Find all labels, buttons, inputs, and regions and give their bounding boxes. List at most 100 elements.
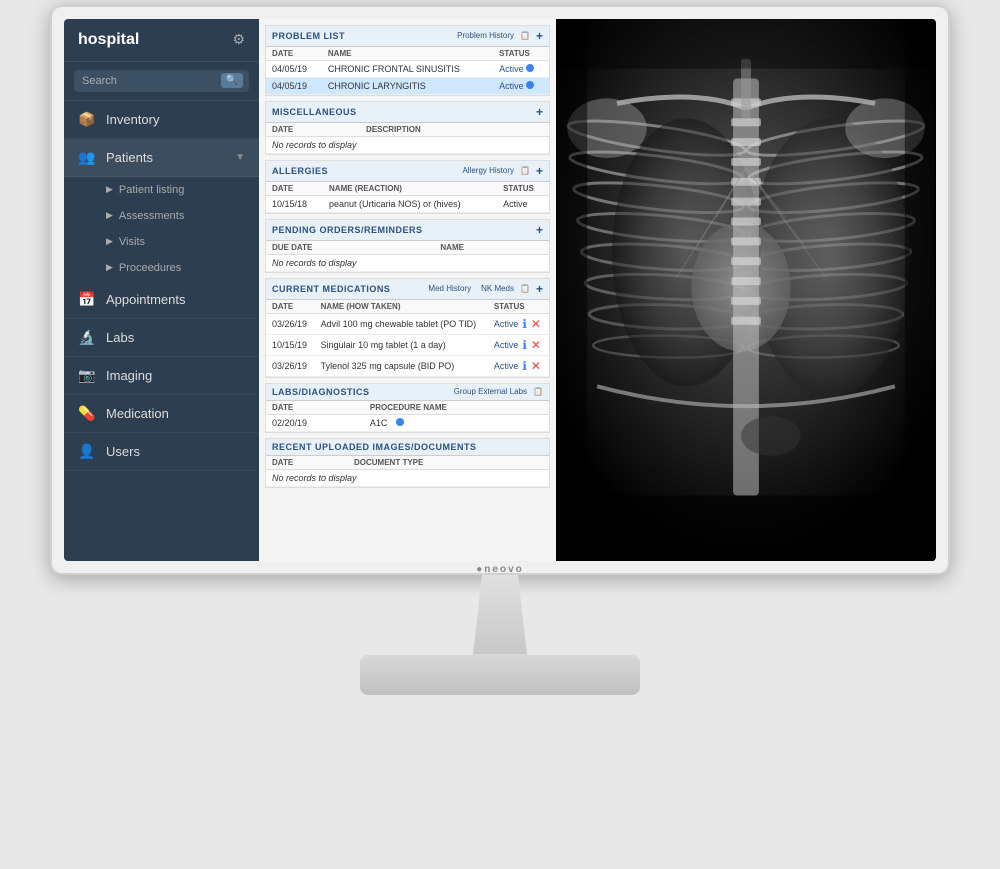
xray-image (556, 19, 936, 561)
allergies-add-button[interactable]: + (536, 164, 543, 178)
recent-uploads-table: DATE DOCUMENT TYPE No records to display (266, 456, 549, 487)
gear-icon[interactable]: ⚙ (232, 31, 245, 48)
col-date: DATE (266, 182, 323, 196)
table-row[interactable]: 03/26/19 Advil 100 mg chewable tablet (P… (266, 313, 549, 334)
sidebar-label-medication: Medication (106, 406, 245, 421)
history-icon: 📋 (520, 166, 530, 175)
col-status: STATUS (488, 300, 549, 314)
search-wrapper: 🔍 (74, 70, 249, 92)
nk-meds-link[interactable]: NK Meds (481, 284, 514, 293)
col-name: NAME (322, 47, 493, 61)
labs-diagnostics-section: Labs/Diagnostics Group External Labs 📋 D… (265, 383, 550, 433)
table-row[interactable]: 04/05/19 CHRONIC LARYNGITIS Active (266, 77, 549, 94)
pending-orders-table: DUE DATE NAME No records to display (266, 241, 549, 272)
sidebar-label-appointments: Appointments (106, 292, 245, 307)
col-date: DATE (266, 456, 348, 470)
sidebar-nav: 📦 Inventory 👥 Patients ▼ ▶ Patient listi… (64, 101, 259, 561)
sidebar-label-inventory: Inventory (106, 112, 245, 127)
sidebar-label-assessments: Assessments (119, 210, 184, 222)
sidebar-item-appointments[interactable]: 📅 Appointments (64, 281, 259, 319)
col-date: DATE (266, 401, 364, 415)
sidebar-item-inventory[interactable]: 📦 Inventory (64, 101, 259, 139)
miscellaneous-table: DATE DESCRIPTION No records to display (266, 123, 549, 154)
table-row[interactable]: 03/26/19 Tylenol 325 mg capsule (BID PO)… (266, 355, 549, 376)
delete-icon[interactable]: ✕ (531, 317, 541, 331)
search-button[interactable]: 🔍 (221, 73, 243, 88)
med-status-1: Active ℹ ✕ (488, 313, 549, 334)
sidebar-label-patients: Patients (106, 150, 235, 165)
problem-list-section: Problem List Problem History 📋 + DATE NA… (265, 25, 550, 96)
table-row: No records to display (266, 469, 549, 486)
info-icon[interactable]: ℹ (522, 317, 527, 331)
status-dot (526, 64, 534, 72)
table-row[interactable]: 02/20/19 A1C (266, 414, 549, 431)
problem-date-2: 04/05/19 (266, 77, 322, 94)
action-icons: Active ℹ ✕ (494, 317, 543, 331)
problem-list-actions: Problem History 📋 + (457, 29, 543, 43)
sidebar-item-medication[interactable]: 💊 Medication (64, 395, 259, 433)
sidebar-item-users[interactable]: 👤 Users (64, 433, 259, 471)
imaging-icon: 📷 (78, 367, 96, 384)
allergies-table: DATE NAME (REACTION) STATUS 10/15/18 pea… (266, 182, 549, 213)
table-row[interactable]: 04/05/19 CHRONIC FRONTAL SINUSITIS Activ… (266, 60, 549, 77)
sidebar-item-visits[interactable]: ▶ Visits (64, 229, 259, 255)
labs-diagnostics-header: Labs/Diagnostics Group External Labs 📋 (266, 384, 549, 401)
table-row[interactable]: 10/15/19 Singulair 10 mg tablet (1 a day… (266, 334, 549, 355)
add-icon: 📋 (520, 284, 530, 293)
sidebar-item-imaging[interactable]: 📷 Imaging (64, 357, 259, 395)
current-medications-section: Current Medications Med History NK Meds … (265, 278, 550, 378)
problem-status-2: Active (493, 77, 549, 94)
sub-chevron-icon: ▶ (106, 184, 113, 195)
group-external-labs-link[interactable]: Group External Labs (454, 387, 527, 396)
col-date: DATE (266, 47, 322, 61)
no-records-text: No records to display (266, 469, 549, 486)
med-history-link[interactable]: Med History (428, 284, 471, 293)
delete-icon[interactable]: ✕ (531, 359, 541, 373)
xray-panel (556, 19, 936, 561)
info-icon[interactable]: ℹ (522, 338, 527, 352)
col-status: STATUS (497, 182, 549, 196)
sidebar-item-procedures[interactable]: ▶ Proceedures (64, 255, 259, 281)
sub-chevron-icon: ▶ (106, 236, 113, 247)
delete-icon[interactable]: ✕ (531, 338, 541, 352)
pending-orders-add-button[interactable]: + (536, 223, 543, 237)
sidebar-item-labs[interactable]: 🔬 Labs (64, 319, 259, 357)
labs-icon: 🔬 (78, 329, 96, 346)
problem-date-1: 04/05/19 (266, 60, 322, 77)
allergies-header: Allergies Allergy History 📋 + (266, 161, 549, 182)
labs-diagnostics-title: Labs/Diagnostics (272, 387, 370, 397)
monitor-bezel: hospital ⚙ 🔍 📦 Inventory (50, 5, 950, 575)
sidebar-item-patients[interactable]: 👥 Patients ▼ (64, 139, 259, 177)
recent-uploads-section: Recent Uploaded Images/Documents DATE DO… (265, 438, 550, 488)
col-name-reaction: NAME (REACTION) (323, 182, 497, 196)
labs-icon: 📋 (533, 387, 543, 396)
medications-table: DATE NAME (HOW TAKEN) STATUS 03/26/19 Ad… (266, 300, 549, 377)
problem-history-link[interactable]: Problem History (457, 31, 514, 40)
chevron-down-icon: ▼ (235, 152, 245, 163)
med-date-2: 10/15/19 (266, 334, 315, 355)
allergy-name-1: peanut (Urticaria NOS) or (hives) (323, 195, 497, 212)
col-document-type: DOCUMENT TYPE (348, 456, 549, 470)
current-medications-title: Current Medications (272, 284, 390, 294)
history-icon: 📋 (520, 31, 530, 40)
sidebar-label-procedures: Proceedures (119, 262, 181, 274)
action-icons: Active ℹ ✕ (494, 359, 543, 373)
medications-add-button[interactable]: + (536, 282, 543, 296)
pending-orders-section: Pending Orders/Reminders + DUE DATE NAME (265, 219, 550, 273)
med-date-1: 03/26/19 (266, 313, 315, 334)
sidebar-item-patient-listing[interactable]: ▶ Patient listing (64, 177, 259, 203)
allergies-actions: Allergy History 📋 + (462, 164, 543, 178)
monitor-brand-label: ●neovo (476, 564, 524, 575)
problem-list-add-button[interactable]: + (536, 29, 543, 43)
miscellaneous-add-button[interactable]: + (536, 105, 543, 119)
monitor-neck (470, 575, 530, 655)
col-procedure-name: PROCEDURE NAME (364, 401, 549, 415)
miscellaneous-header: Miscellaneous + (266, 102, 549, 123)
sidebar-item-assessments[interactable]: ▶ Assessments (64, 203, 259, 229)
allergy-history-link[interactable]: Allergy History (462, 166, 514, 175)
med-name-1: Advil 100 mg chewable tablet (PO TID) (315, 313, 488, 334)
table-row[interactable]: 10/15/18 peanut (Urticaria NOS) or (hive… (266, 195, 549, 212)
info-icon[interactable]: ℹ (522, 359, 527, 373)
monitor-screen: hospital ⚙ 🔍 📦 Inventory (64, 19, 936, 561)
users-icon: 👤 (78, 443, 96, 460)
